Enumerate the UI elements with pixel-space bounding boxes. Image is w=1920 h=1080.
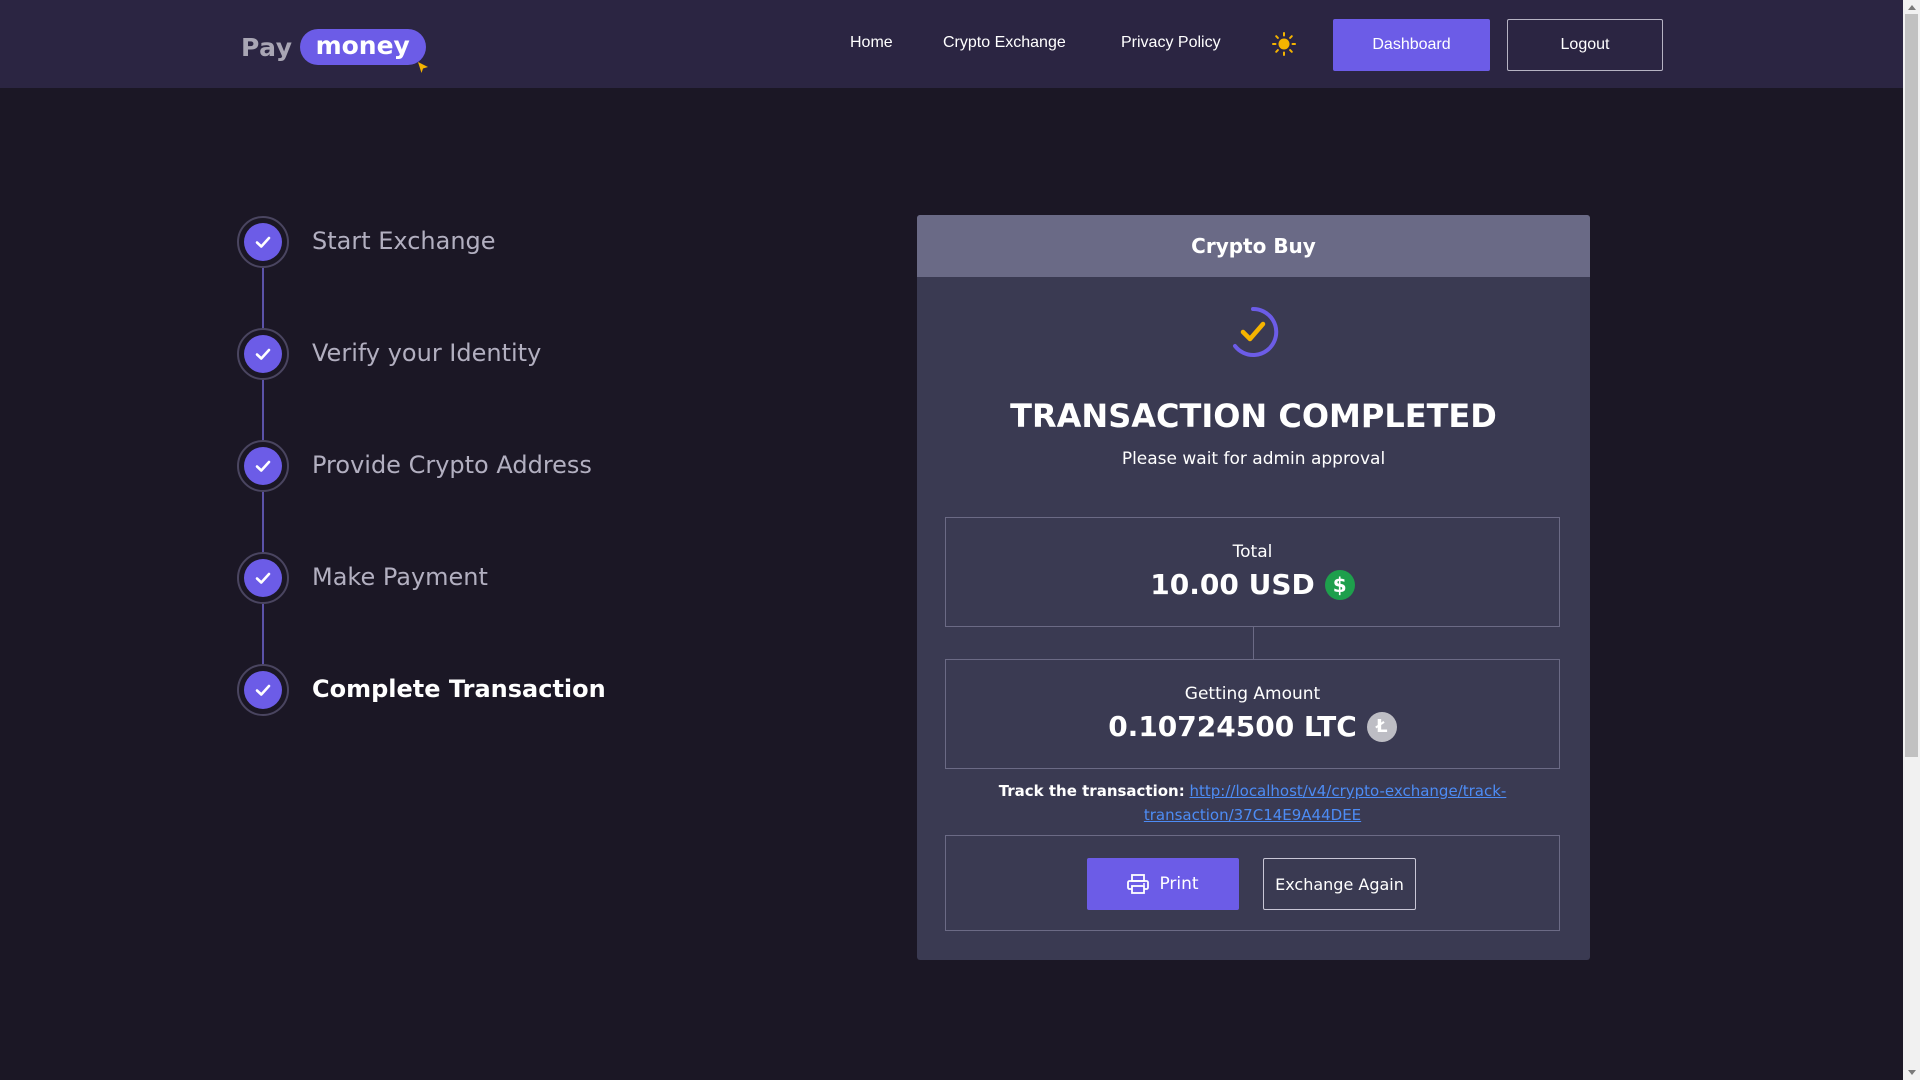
getting-amount-box: Getting Amount 0.10724500 LTC Ł	[945, 659, 1560, 769]
step-label-verify-identity: Verify your Identity	[312, 339, 542, 367]
logo-money-text: money	[315, 31, 410, 60]
step-label-make-payment: Make Payment	[312, 563, 488, 591]
scroll-up-icon[interactable]	[1903, 0, 1920, 14]
success-check-icon	[1233, 306, 1279, 357]
step-check-icon	[237, 552, 289, 604]
step-check-icon	[237, 328, 289, 380]
track-link-line1[interactable]: http://localhost/v4/crypto-exchange/trac…	[1190, 782, 1507, 800]
step-check-icon	[237, 216, 289, 268]
getting-amount-label: Getting Amount	[1184, 684, 1321, 704]
step-check-icon	[237, 664, 289, 716]
logo-pay-text: Pay	[241, 32, 293, 62]
nav-crypto-exchange-link[interactable]: Crypto Exchange	[943, 34, 1066, 52]
step-check-icon	[237, 440, 289, 492]
track-transaction: Track the transaction: http://localhost/…	[945, 779, 1560, 827]
top-navbar: Pay money Home Crypto Exchange Privacy P…	[0, 0, 1903, 88]
total-value-row: 10.00 USD $	[946, 568, 1559, 601]
step-label-complete-transaction: Complete Transaction	[312, 675, 606, 703]
transaction-status-subtitle: Please wait for admin approval	[1121, 449, 1386, 469]
box-connector	[1253, 627, 1254, 659]
track-link-line2[interactable]: transaction/37C14E9A44DEE	[1144, 806, 1361, 824]
nav-home-link[interactable]: Home	[850, 34, 893, 52]
paymoney-logo[interactable]: Pay money	[241, 26, 428, 73]
total-box: Total 10.00 USD $	[945, 517, 1560, 627]
step-connector	[262, 268, 264, 329]
getting-amount-value: 0.10724500 LTC	[1108, 710, 1357, 743]
cursor-icon	[417, 62, 428, 73]
logout-button[interactable]: Logout	[1507, 19, 1663, 71]
actions-box: Print Exchange Again	[945, 835, 1560, 931]
step-connector	[262, 380, 264, 441]
step-label-start-exchange: Start Exchange	[312, 227, 496, 255]
vertical-scrollbar[interactable]	[1903, 0, 1920, 1080]
crypto-buy-card: Crypto Buy TRANSACTION COMPLETED Please …	[917, 215, 1590, 960]
logo-money-badge: money	[299, 29, 428, 73]
litecoin-icon: Ł	[1366, 711, 1397, 742]
printer-icon	[1127, 874, 1150, 894]
step-connector	[262, 604, 264, 665]
step-label-provide-crypto-address: Provide Crypto Address	[312, 451, 592, 479]
scroll-down-icon[interactable]	[1903, 1066, 1920, 1080]
transaction-status-title: TRANSACTION COMPLETED	[1010, 397, 1497, 435]
print-button[interactable]: Print	[1087, 858, 1239, 910]
card-title: Crypto Buy	[917, 215, 1590, 277]
total-label: Total	[1232, 542, 1273, 562]
track-label: Track the transaction:	[998, 782, 1185, 800]
getting-amount-row: 0.10724500 LTC Ł	[946, 710, 1559, 743]
dashboard-button[interactable]: Dashboard	[1333, 19, 1490, 71]
total-value: 10.00 USD	[1150, 568, 1315, 601]
nav-privacy-policy-link[interactable]: Privacy Policy	[1121, 34, 1221, 52]
sun-icon[interactable]	[1272, 32, 1296, 56]
print-label: Print	[1159, 874, 1199, 894]
track-transaction-link[interactable]: http://localhost/v4/crypto-exchange/trac…	[1144, 782, 1506, 824]
exchange-again-button[interactable]: Exchange Again	[1263, 858, 1416, 910]
dollar-coin-icon: $	[1324, 569, 1355, 600]
scrollbar-thumb[interactable]	[1905, 14, 1918, 757]
step-connector	[262, 492, 264, 553]
